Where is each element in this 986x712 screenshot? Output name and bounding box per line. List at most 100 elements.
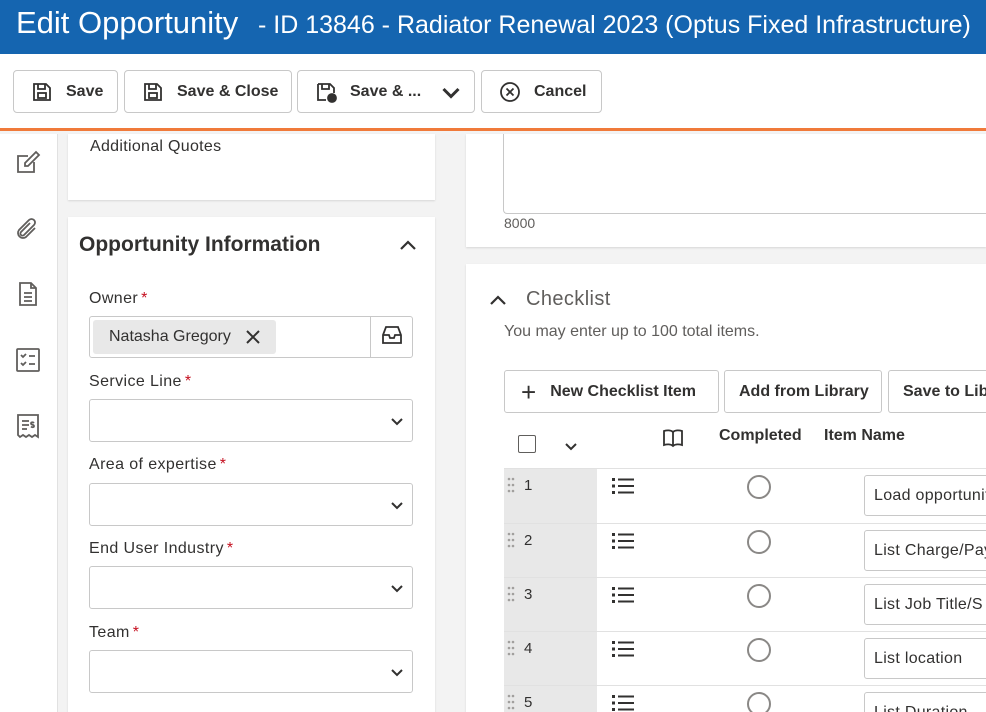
- chevron-down-icon[interactable]: [564, 439, 578, 453]
- required-marker: *: [226, 540, 234, 557]
- column-item-name[interactable]: Item Name: [824, 427, 905, 445]
- list-icon[interactable]: [612, 694, 634, 712]
- row-handle[interactable]: 4: [504, 632, 597, 686]
- save-more-dropdown[interactable]: Save & ...: [297, 70, 475, 113]
- row-handle[interactable]: 2: [504, 524, 597, 578]
- row-handle[interactable]: 5: [504, 686, 597, 712]
- drag-handle-icon[interactable]: [507, 586, 515, 602]
- new-checklist-item-button[interactable]: + New Checklist Item: [504, 370, 719, 413]
- area-expertise-label-text: Area of expertise: [89, 456, 217, 473]
- character-count: 8000: [504, 215, 536, 231]
- item-name-text: List Duration: [874, 704, 968, 712]
- save-button[interactable]: Save: [13, 70, 118, 113]
- chevron-down-icon: [390, 581, 404, 595]
- chevron-down-icon: [390, 665, 404, 679]
- area-expertise-label: Area of expertise *: [89, 456, 226, 474]
- item-name-input[interactable]: List Job Title/S: [864, 584, 986, 625]
- item-name-input[interactable]: List Charge/Pay: [864, 530, 986, 571]
- drag-handle-icon[interactable]: [507, 694, 515, 710]
- column-completed[interactable]: Completed: [719, 427, 802, 445]
- paperclip-icon[interactable]: [14, 216, 42, 244]
- drag-handle-icon[interactable]: [507, 640, 515, 656]
- item-name-input[interactable]: List location: [864, 638, 986, 679]
- list-icon[interactable]: [612, 477, 634, 495]
- row-number: 2: [524, 532, 533, 549]
- team-select[interactable]: [89, 650, 413, 693]
- chevron-down-icon: [390, 498, 404, 512]
- save-to-library-button[interactable]: Save to Library: [888, 370, 986, 413]
- item-name-text: List Charge/Pay: [874, 542, 986, 559]
- row-handle[interactable]: 1: [504, 469, 597, 523]
- receipt-icon[interactable]: [14, 412, 42, 440]
- completed-radio[interactable]: [747, 584, 771, 608]
- description-textarea[interactable]: [503, 134, 986, 214]
- completed-radio[interactable]: [747, 530, 771, 554]
- app-header: Edit Opportunity - ID 13846 - Radiator R…: [0, 0, 986, 54]
- command-toolbar: Save Save & Close Save & ... Cancel: [0, 54, 986, 131]
- document-icon[interactable]: [14, 280, 42, 308]
- owner-label-text: Owner: [89, 290, 139, 307]
- owner-name: Natasha Gregory: [109, 328, 231, 345]
- row-number: 1: [524, 477, 533, 494]
- checklist-icon[interactable]: [14, 346, 42, 374]
- completed-radio[interactable]: [747, 638, 771, 662]
- table-row: 4 List location: [504, 631, 986, 686]
- completed-radio[interactable]: [747, 475, 771, 499]
- item-name-text: List location: [874, 650, 963, 667]
- required-marker: *: [219, 456, 227, 473]
- save-as-icon: [314, 80, 338, 104]
- description-card: 8000: [466, 134, 986, 247]
- cancel-button[interactable]: Cancel: [481, 70, 602, 113]
- section-title: Opportunity Information: [79, 233, 321, 256]
- item-name-input[interactable]: List Duration: [864, 692, 986, 712]
- area-expertise-select[interactable]: [89, 483, 413, 526]
- save-close-button[interactable]: Save & Close: [124, 70, 292, 113]
- save-label: Save: [66, 82, 104, 100]
- row-number: 5: [524, 694, 533, 711]
- drag-handle-icon[interactable]: [507, 532, 515, 548]
- list-icon[interactable]: [612, 640, 634, 658]
- checklist-card: Checklist You may enter up to 100 total …: [466, 264, 986, 712]
- row-number: 3: [524, 586, 533, 603]
- plus-icon: +: [521, 376, 537, 407]
- page-subtitle: - ID 13846 - Radiator Renewal 2023 (Optu…: [258, 11, 971, 39]
- edit-icon[interactable]: [14, 148, 42, 176]
- item-name-text: Load opportunity: [874, 487, 986, 504]
- list-icon[interactable]: [612, 586, 634, 604]
- chevron-up-icon[interactable]: [488, 292, 508, 308]
- chevron-up-icon[interactable]: [398, 237, 418, 253]
- required-marker: *: [184, 373, 192, 390]
- save-icon: [30, 80, 54, 104]
- inbox-icon: [380, 324, 404, 351]
- add-from-library-button[interactable]: Add from Library: [724, 370, 882, 413]
- additional-quotes-label: Additional Quotes: [90, 138, 222, 155]
- cancel-icon: [498, 80, 522, 104]
- close-icon[interactable]: [245, 329, 261, 345]
- row-handle[interactable]: 3: [504, 578, 597, 632]
- opportunity-info-card: Opportunity Information Owner * Natasha G…: [68, 217, 435, 712]
- table-row: 2 List Charge/Pay: [504, 523, 986, 578]
- required-marker: *: [132, 624, 140, 641]
- completed-radio[interactable]: [747, 692, 771, 712]
- owner-label: Owner *: [89, 290, 148, 308]
- owner-chip: Natasha Gregory: [93, 320, 276, 354]
- new-checklist-item-label: New Checklist Item: [550, 382, 697, 400]
- save-close-label: Save & Close: [177, 82, 279, 100]
- item-name-input[interactable]: Load opportunity: [864, 475, 986, 516]
- add-from-library-label: Add from Library: [739, 382, 869, 400]
- book-icon: [662, 428, 684, 448]
- chevron-down-icon: [390, 414, 404, 428]
- save-more-label: Save & ...: [350, 82, 422, 100]
- lookup-button[interactable]: [370, 317, 412, 357]
- list-icon[interactable]: [612, 532, 634, 550]
- table-row: 5 List Duration: [504, 685, 986, 712]
- additional-quotes-card: Additional Quotes: [68, 134, 435, 200]
- end-user-industry-select[interactable]: [89, 566, 413, 609]
- service-line-select[interactable]: [89, 399, 413, 442]
- item-name-text: List Job Title/S: [874, 596, 983, 613]
- select-all-checkbox[interactable]: [518, 435, 536, 453]
- service-line-label-text: Service Line: [89, 373, 182, 390]
- row-number: 4: [524, 640, 533, 657]
- owner-lookup-field[interactable]: Natasha Gregory: [89, 316, 413, 358]
- drag-handle-icon[interactable]: [507, 477, 515, 493]
